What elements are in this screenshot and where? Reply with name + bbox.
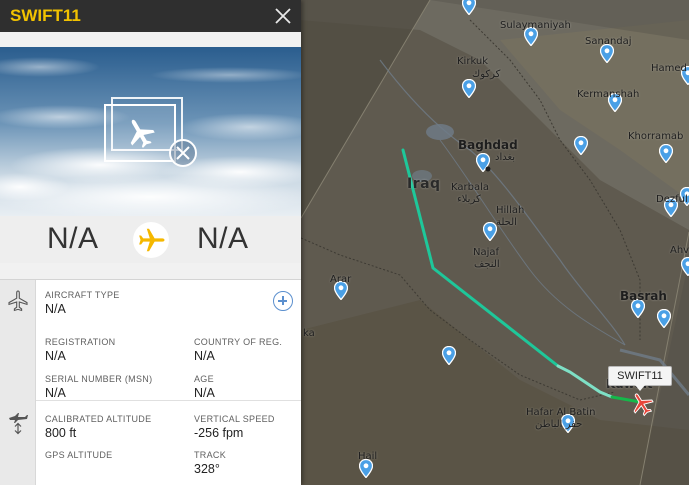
origin-airport-code[interactable]: N/A <box>47 222 99 256</box>
place-label-dezful: Dezful <box>656 194 688 205</box>
registration-value: N/A <box>45 349 66 363</box>
map-country-label: Iraq <box>407 176 441 192</box>
aircraft-type-label: AIRCRAFT TYPE <box>45 290 120 300</box>
serial-number-value: N/A <box>45 386 66 400</box>
place-label-sulaymaniyah: Sulaymaniyah <box>500 20 571 31</box>
place-label-hail: Hail <box>358 451 378 462</box>
no-photo-icon <box>104 97 197 167</box>
place-label-basrah: Basrah <box>620 289 667 303</box>
close-icon[interactable] <box>271 4 295 28</box>
aircraft-type-field: AIRCRAFT TYPE N/A <box>45 290 120 317</box>
place-label-hillah-ar: الحلة <box>496 217 517 228</box>
place-label-karbala: Karbala <box>451 182 490 193</box>
track-label: TRACK <box>194 450 227 460</box>
section-divider <box>36 400 301 401</box>
registration-field: REGISTRATION N/A <box>45 337 115 364</box>
place-label-sanandaj: Sanandaj <box>585 36 632 47</box>
section-icon-column <box>0 280 36 485</box>
calibrated-altitude-value: 800 ft <box>45 426 77 440</box>
registration-label: REGISTRATION <box>45 337 116 347</box>
add-icon[interactable] <box>273 291 293 311</box>
place-label-ka: ka <box>303 328 315 339</box>
altitude-section-icon <box>9 413 28 435</box>
aircraft-callsign-tag[interactable]: SWIFT11 <box>608 366 672 391</box>
place-label-karbala-ar: كربلاء <box>457 194 481 205</box>
place-label-ahvaz: Ahv <box>670 245 689 256</box>
flight-info-panel: SWIFT11 N/A N/A AIRCRAFT TYPE N/A REGIST… <box>0 0 301 485</box>
calibrated-altitude-field: CALIBRATED ALTITUDE 800 ft <box>45 414 151 441</box>
vertical-speed-label: VERTICAL SPEED <box>194 414 275 424</box>
panel-header: SWIFT11 <box>0 0 301 32</box>
place-label-baghdad-ar: بغداد <box>495 152 516 163</box>
age-value: N/A <box>194 386 215 400</box>
place-label-hillah: Hillah <box>496 205 525 216</box>
place-label-baghdad: Baghdad <box>458 138 518 152</box>
country-of-registration-field: COUNTRY OF REG. N/A <box>194 337 282 364</box>
airplane-icon <box>139 228 165 252</box>
flight-details: AIRCRAFT TYPE N/A REGISTRATION N/A COUNT… <box>0 279 301 485</box>
place-label-hafar-al-batin-ar: حفر الباطن <box>535 419 583 430</box>
vertical-speed-value: -256 fpm <box>194 426 244 440</box>
place-label-khorramabad: Khorramab <box>628 131 684 142</box>
aircraft-photo-placeholder <box>0 47 301 216</box>
aircraft-section-icon <box>8 290 28 312</box>
serial-number-field: SERIAL NUMBER (MSN) N/A <box>45 374 152 401</box>
flight-callsign: SWIFT11 <box>10 6 81 25</box>
place-label-kirkuk: Kirkuk <box>457 56 489 67</box>
place-label-kirkuk-ar: كركوك <box>472 69 501 80</box>
country-of-registration-value: N/A <box>194 349 215 363</box>
calibrated-altitude-label: CALIBRATED ALTITUDE <box>45 414 152 424</box>
place-label-arar: Arar <box>330 274 352 285</box>
serial-number-label: SERIAL NUMBER (MSN) <box>45 374 153 384</box>
age-label: AGE <box>194 374 214 384</box>
place-label-najaf-ar: النجف <box>474 259 500 270</box>
route-bar: N/A N/A <box>0 216 301 263</box>
track-value: 328° <box>194 462 220 476</box>
gps-altitude-field: GPS ALTITUDE <box>45 450 112 462</box>
gps-altitude-label: GPS ALTITUDE <box>45 450 113 460</box>
aircraft-type-value: N/A <box>45 302 66 316</box>
country-of-registration-label: COUNTRY OF REG. <box>194 337 283 347</box>
route-plane-badge <box>133 222 169 258</box>
place-label-kermanshah: Kermanshah <box>577 89 640 100</box>
destination-airport-code[interactable]: N/A <box>197 222 249 256</box>
track-field: TRACK 328° <box>194 450 226 477</box>
place-label-najaf: Najaf <box>473 247 500 258</box>
place-label-hamedan: Hamed <box>651 63 687 74</box>
aircraft-marker-icon[interactable] <box>628 390 656 418</box>
vertical-speed-field: VERTICAL SPEED -256 fpm <box>194 414 275 441</box>
age-field: AGE N/A <box>194 374 215 401</box>
place-label-hafar-al-batin: Hafar Al Batin <box>526 407 596 418</box>
